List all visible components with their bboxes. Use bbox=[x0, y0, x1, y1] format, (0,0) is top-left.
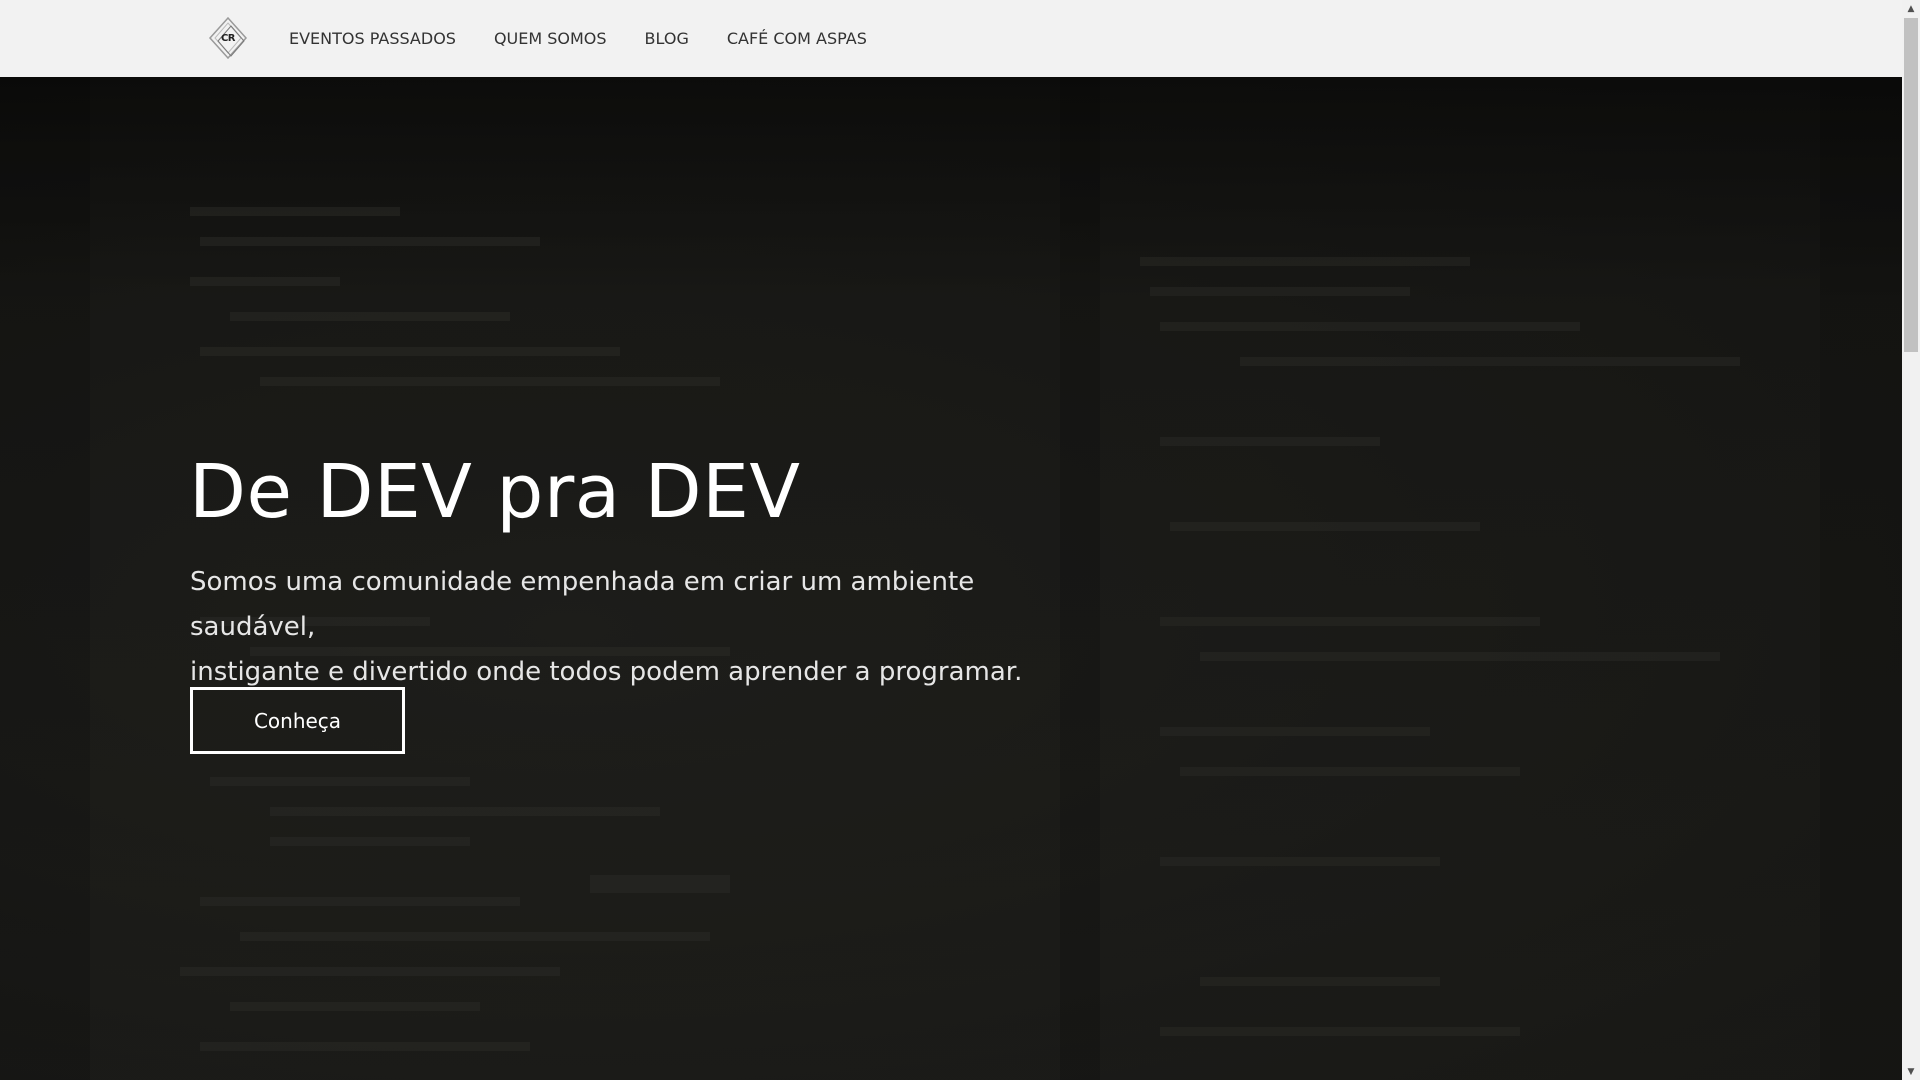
logo-text: CR bbox=[220, 32, 236, 44]
vertical-scrollbar[interactable]: ▲ ▼ bbox=[1902, 0, 1920, 1080]
main-nav: EVENTOS PASSADOS QUEM SOMOS BLOG CAFÉ CO… bbox=[289, 0, 905, 77]
page: CR EVENTOS PASSADOS QUEM SOMOS BLOG CAFÉ… bbox=[0, 0, 1920, 1080]
nav-item-quem-somos[interactable]: QUEM SOMOS bbox=[494, 29, 607, 48]
scroll-up-arrow-icon[interactable]: ▲ bbox=[1902, 0, 1920, 17]
hero-subtitle-line-1: Somos uma comunidade empenhada em criar … bbox=[190, 567, 975, 642]
nav-item-eventos-passados[interactable]: EVENTOS PASSADOS bbox=[289, 29, 456, 48]
scrollbar-thumb[interactable] bbox=[1904, 18, 1918, 352]
hero-subtitle: Somos uma comunidade empenhada em criar … bbox=[190, 560, 1090, 695]
nav-item-cafe-com-aspas[interactable]: CAFÉ COM ASPAS bbox=[727, 29, 867, 48]
hero-section: De DEV pra DEV Somos uma comunidade empe… bbox=[0, 77, 1902, 1080]
logo-link[interactable]: CR bbox=[208, 16, 248, 60]
scroll-down-arrow-icon[interactable]: ▼ bbox=[1902, 1063, 1920, 1080]
hero-title: De DEV pra DEV bbox=[189, 449, 801, 535]
hero-subtitle-line-2: instigante e divertido onde todos podem … bbox=[190, 657, 1023, 687]
nav-item-blog[interactable]: BLOG bbox=[645, 29, 689, 48]
top-navbar: CR EVENTOS PASSADOS QUEM SOMOS BLOG CAFÉ… bbox=[0, 0, 1902, 77]
conheca-button[interactable]: Conheça bbox=[190, 687, 405, 754]
